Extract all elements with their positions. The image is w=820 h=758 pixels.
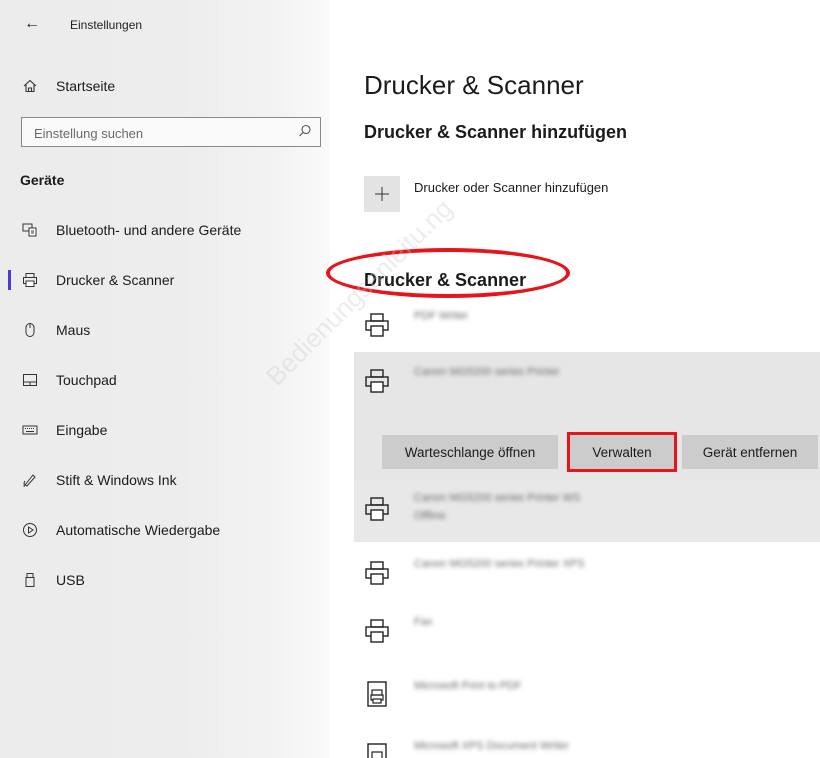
sidebar-item-label: Eingabe: [56, 422, 108, 438]
sidebar-item-autoplay[interactable]: Automatische Wiedergabe: [0, 505, 330, 555]
usb-icon: [20, 572, 40, 588]
title-bar: ← Einstellungen: [0, 0, 330, 50]
sidebar-item-printers[interactable]: Drucker & Scanner: [0, 255, 330, 305]
nav-list: Bluetooth- und andere Geräte Drucker & S…: [0, 205, 330, 605]
sidebar-item-label: Automatische Wiedergabe: [56, 522, 221, 538]
bluetooth-devices-icon: [20, 222, 40, 238]
touchpad-icon: [20, 372, 40, 388]
sidebar-item-label: Stift & Windows Ink: [56, 472, 177, 488]
printer-name: Fax: [414, 616, 433, 628]
keyboard-icon: [20, 422, 40, 438]
sidebar-item-touchpad[interactable]: Touchpad: [0, 355, 330, 405]
printer-icon: [365, 497, 389, 521]
pdf-printer-icon: [367, 681, 387, 707]
printer-item[interactable]: Canon MG5200 series Printer WS Offline: [354, 484, 820, 540]
manage-button[interactable]: Verwalten: [567, 432, 677, 472]
printer-status: Offline: [414, 510, 446, 522]
printer-item[interactable]: Canon MG5200 series Printer XPS: [354, 550, 820, 600]
add-printer-label: Drucker oder Scanner hinzufügen: [414, 180, 609, 195]
mouse-icon: [20, 322, 40, 338]
highlight-oval-annotation: [326, 248, 570, 298]
nav-home[interactable]: Startseite: [20, 74, 115, 98]
printer-item[interactable]: Microsoft Print to PDF: [354, 672, 820, 722]
add-tile[interactable]: [364, 176, 400, 212]
sidebar-item-label: Bluetooth- und andere Geräte: [56, 222, 242, 238]
printer-item[interactable]: Microsoft XPS Document Writer: [354, 734, 820, 758]
sidebar-item-label: Touchpad: [56, 372, 117, 388]
sidebar-item-bluetooth[interactable]: Bluetooth- und andere Geräte: [0, 205, 330, 255]
remove-device-button[interactable]: Gerät entfernen: [682, 435, 818, 469]
printer-name: Microsoft Print to PDF: [414, 680, 522, 692]
main-content: Drucker & Scanner Drucker & Scanner hinz…: [330, 0, 820, 758]
active-indicator: [8, 270, 11, 290]
add-printer-button[interactable]: Drucker oder Scanner hinzufügen: [364, 176, 608, 212]
window-title: Einstellungen: [70, 18, 143, 32]
settings-sidebar: ← Einstellungen Startseite Geräte Blueto…: [0, 0, 330, 758]
printer-icon: [365, 561, 389, 585]
search-icon[interactable]: [298, 124, 312, 143]
printer-icon: [20, 272, 40, 288]
nav-home-label: Startseite: [56, 78, 116, 94]
sidebar-item-pen[interactable]: Stift & Windows Ink: [0, 455, 330, 505]
autoplay-icon: [20, 522, 40, 538]
search-input[interactable]: [32, 118, 286, 148]
printer-name: Microsoft XPS Document Writer: [414, 740, 570, 752]
printer-name: Canon MG5200 series Printer WS: [414, 492, 581, 504]
sidebar-item-input[interactable]: Eingabe: [0, 405, 330, 455]
sidebar-item-usb[interactable]: USB: [0, 555, 330, 605]
sidebar-item-mouse[interactable]: Maus: [0, 305, 330, 355]
sidebar-item-label: Drucker & Scanner: [56, 272, 175, 288]
printer-name: Canon MG5200 series Printer: [414, 366, 560, 378]
add-section-heading: Drucker & Scanner hinzufügen: [364, 122, 628, 142]
printer-name: Canon MG5200 series Printer XPS: [414, 558, 585, 570]
sidebar-item-label: Maus: [56, 322, 91, 338]
section-heading-devices: Geräte: [20, 172, 65, 188]
fax-icon: [365, 619, 389, 643]
printer-icon: [365, 313, 389, 337]
pen-icon: [20, 472, 40, 488]
sidebar-item-label: USB: [56, 572, 85, 588]
printer-item[interactable]: PDF Writer: [354, 306, 820, 352]
page-title: Drucker & Scanner: [364, 70, 584, 100]
printer-name: PDF Writer: [414, 310, 469, 322]
printer-item-selected[interactable]: Canon MG5200 series Printer: [354, 356, 820, 416]
xps-writer-icon: [367, 743, 387, 758]
back-arrow-icon[interactable]: ←: [24, 15, 40, 33]
home-icon: [20, 79, 40, 93]
plus-icon: [375, 187, 389, 201]
printer-icon: [365, 369, 389, 393]
search-box[interactable]: [21, 117, 321, 148]
open-queue-button[interactable]: Warteschlange öffnen: [382, 435, 558, 469]
printer-item[interactable]: Fax: [354, 608, 820, 658]
